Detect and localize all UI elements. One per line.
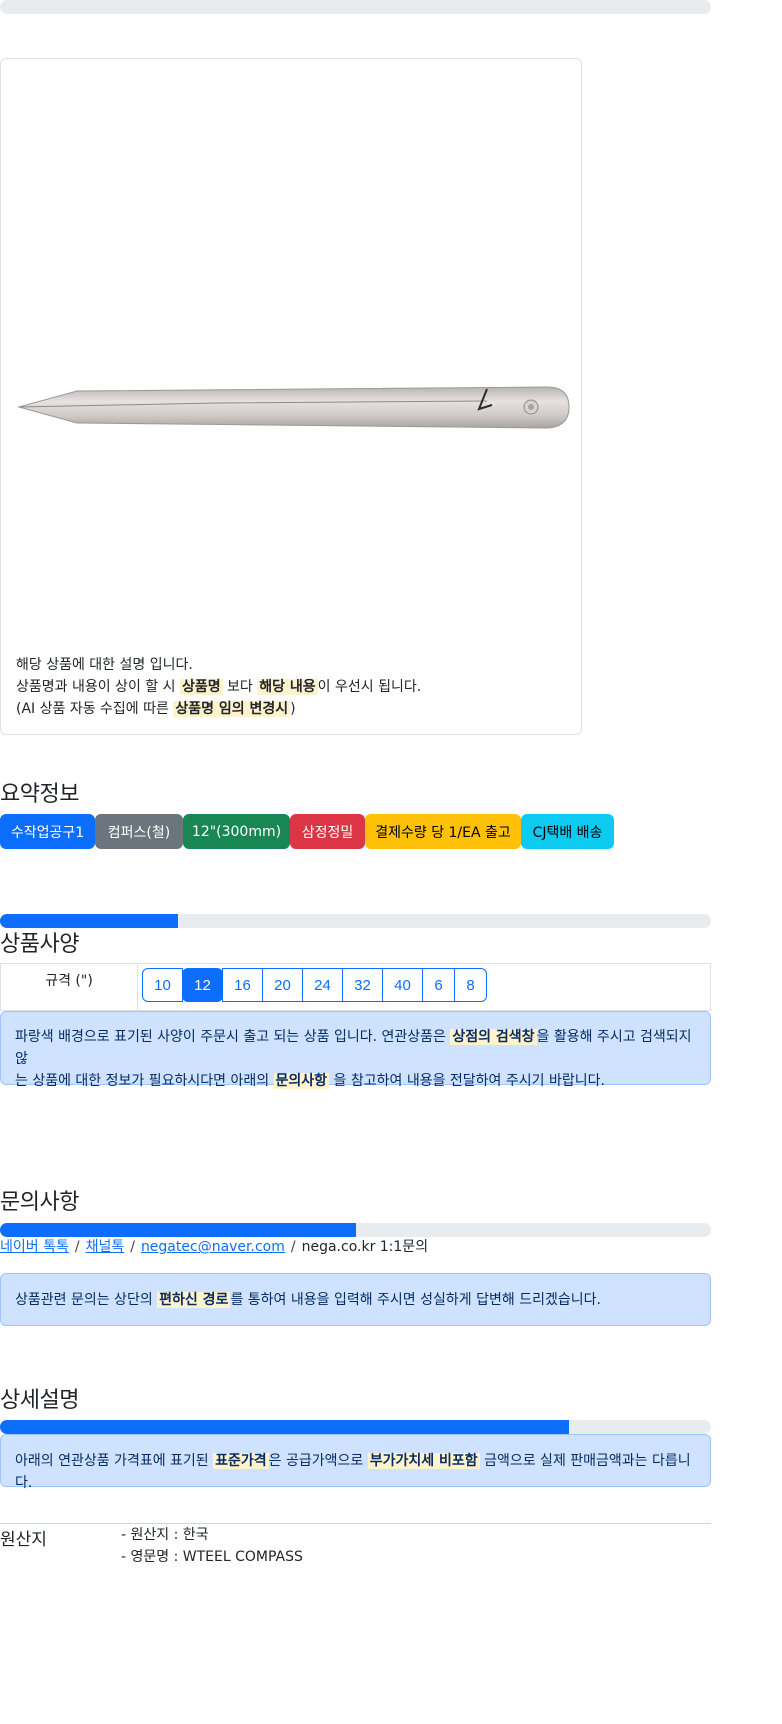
highlight-vat-excluded: 부가가치세 비포함	[367, 1453, 480, 1469]
badge-category: 수작업공구1	[0, 814, 95, 849]
detail-title: 상세설명	[0, 1388, 79, 1413]
badge-type: 컴퍼스(철)	[95, 814, 183, 849]
badge-size: 12"(300mm)	[183, 814, 290, 849]
detail-notice: 아래의 연관상품 가격표에 표기된 표준가격 은 공급가액으로 부가가치세 비포함…	[0, 1434, 711, 1491]
inquiry-title: 문의사항	[0, 1190, 79, 1215]
site-inquiry-text: nega.co.kr 1:1문의	[301, 1239, 429, 1255]
origin-info: - 원산지 : 한국 - 영문명 : WTEEL COMPASS	[121, 1524, 303, 1568]
spec-label: 규격 (")	[1, 964, 138, 1010]
desc-text: (AI 상품 자동 수집에 따른	[16, 701, 174, 717]
spec-title: 상품사양	[0, 932, 79, 957]
desc-text: 상품명과 내용이 상이 할 시	[16, 679, 180, 695]
desc-line-2: 상품명과 내용이 상이 할 시 상품명 보다 해당 내용 이 우선시 됩니다.	[16, 676, 421, 698]
top-progress-bar	[0, 0, 711, 14]
notice-text: 아래의 연관상품 가격표에 표기된	[15, 1453, 214, 1469]
notice-text: 은 공급가액으로	[268, 1453, 368, 1469]
highlight-standard-price: 표준가격	[213, 1453, 269, 1469]
spec-option-group: 10 12 16 20 24 32 40 6 8	[138, 964, 487, 1010]
naver-talktalk-link[interactable]: 네이버 톡톡	[0, 1239, 69, 1255]
spec-table: 규격 (") 10 12 16 20 24 32 40 6 8	[0, 963, 711, 1011]
badge-shipping: CJ택배 배송	[521, 814, 614, 849]
highlight-content: 해당 내용	[257, 679, 318, 695]
highlight-product-name: 상품명	[179, 679, 223, 695]
spec-notice-line-2: 는 상품에 대한 정보가 필요하시다면 아래의 문의사항 을 참고하여 내용을 …	[15, 1070, 696, 1092]
spec-option-40[interactable]: 40	[382, 968, 423, 1002]
highlight-route: 편하신 경로	[157, 1292, 231, 1308]
channeltalk-link[interactable]: 채널톡	[86, 1239, 125, 1255]
inquiry-progress-fill	[0, 1223, 356, 1237]
spec-option-32[interactable]: 32	[342, 968, 383, 1002]
separator: /	[290, 1239, 296, 1255]
summary-title: 요약정보	[0, 782, 79, 807]
inquiry-progress-bar	[0, 1223, 711, 1237]
desc-line-3: (AI 상품 자동 수집에 따른 상품명 임의 변경시)	[16, 698, 421, 720]
detail-progress-bar	[0, 1420, 711, 1434]
highlight-name-change: 상품명 임의 변경시	[173, 701, 291, 717]
notice-text: 는 상품에 대한 정보가 필요하시다면 아래의	[15, 1073, 274, 1089]
summary-progress-bar	[0, 914, 711, 928]
origin-label: 원산지	[0, 1530, 47, 1550]
separator: /	[74, 1239, 80, 1255]
desc-text: )	[290, 701, 296, 717]
contact-links: 네이버 톡톡 / 채널톡 / negatec@naver.com / nega.co.kr …	[0, 1236, 428, 1256]
highlight-search-box: 상점의 검색창	[450, 1029, 537, 1045]
desc-line-1: 해당 상품에 대한 설명 입니다.	[16, 657, 193, 673]
product-card: 해당 상품에 대한 설명 입니다. 상품명과 내용이 상이 할 시 상품명 보다…	[0, 58, 582, 735]
spec-notice: 파랑색 배경으로 표기된 사양이 주문시 출고 되는 상품 입니다. 연관상품은…	[0, 1011, 711, 1089]
spec-option-12[interactable]: 12	[182, 968, 223, 1002]
spec-option-20[interactable]: 20	[262, 968, 303, 1002]
spec-notice-line-1: 파랑색 배경으로 표기된 사양이 주문시 출고 되는 상품 입니다. 연관상품은…	[15, 1026, 696, 1070]
notice-text: 을 참고하여 내용을 전달하여 주시기 바랍니다.	[329, 1073, 605, 1089]
notice-text: 를 통하여 내용을 입력해 주시면 성실하게 답변해 드리겠습니다.	[230, 1292, 601, 1308]
tweezer-product-image	[17, 386, 570, 429]
badge-maker: 삼정정밀	[290, 814, 365, 849]
summary-badges: 수작업공구1 컴퍼스(철) 12"(300mm) 삼정정밀 결제수량 당 1/E…	[0, 814, 614, 849]
origin-country: - 원산지 : 한국	[121, 1527, 209, 1543]
email-link[interactable]: negatec@naver.com	[141, 1239, 285, 1255]
origin-english-name: - 영문명 : WTEEL COMPASS	[121, 1549, 303, 1565]
separator: /	[130, 1239, 135, 1255]
spec-option-16[interactable]: 16	[222, 968, 263, 1002]
origin-row: 원산지 - 원산지 : 한국 - 영문명 : WTEEL COMPASS	[0, 1523, 711, 1565]
spec-option-6[interactable]: 6	[422, 968, 455, 1002]
notice-text: 파랑색 배경으로 표기된 사양이 주문시 출고 되는 상품 입니다. 연관상품은	[15, 1029, 451, 1045]
spec-option-8[interactable]: 8	[454, 968, 487, 1002]
desc-text: 이 우선시 됩니다.	[317, 679, 422, 695]
detail-progress-fill	[0, 1420, 569, 1434]
notice-text: 상품관련 문의는 상단의	[15, 1292, 158, 1308]
spec-option-10[interactable]: 10	[142, 968, 183, 1002]
spec-option-24[interactable]: 24	[302, 968, 343, 1002]
badge-quantity: 결제수량 당 1/EA 출고	[365, 814, 521, 849]
inquiry-notice: 상품관련 문의는 상단의 편하신 경로 를 통하여 내용을 입력해 주시면 성실하…	[0, 1273, 711, 1326]
product-description: 해당 상품에 대한 설명 입니다. 상품명과 내용이 상이 할 시 상품명 보다…	[16, 654, 421, 720]
desc-text: 보다	[222, 679, 258, 695]
highlight-inquiry: 문의사항	[273, 1073, 330, 1089]
